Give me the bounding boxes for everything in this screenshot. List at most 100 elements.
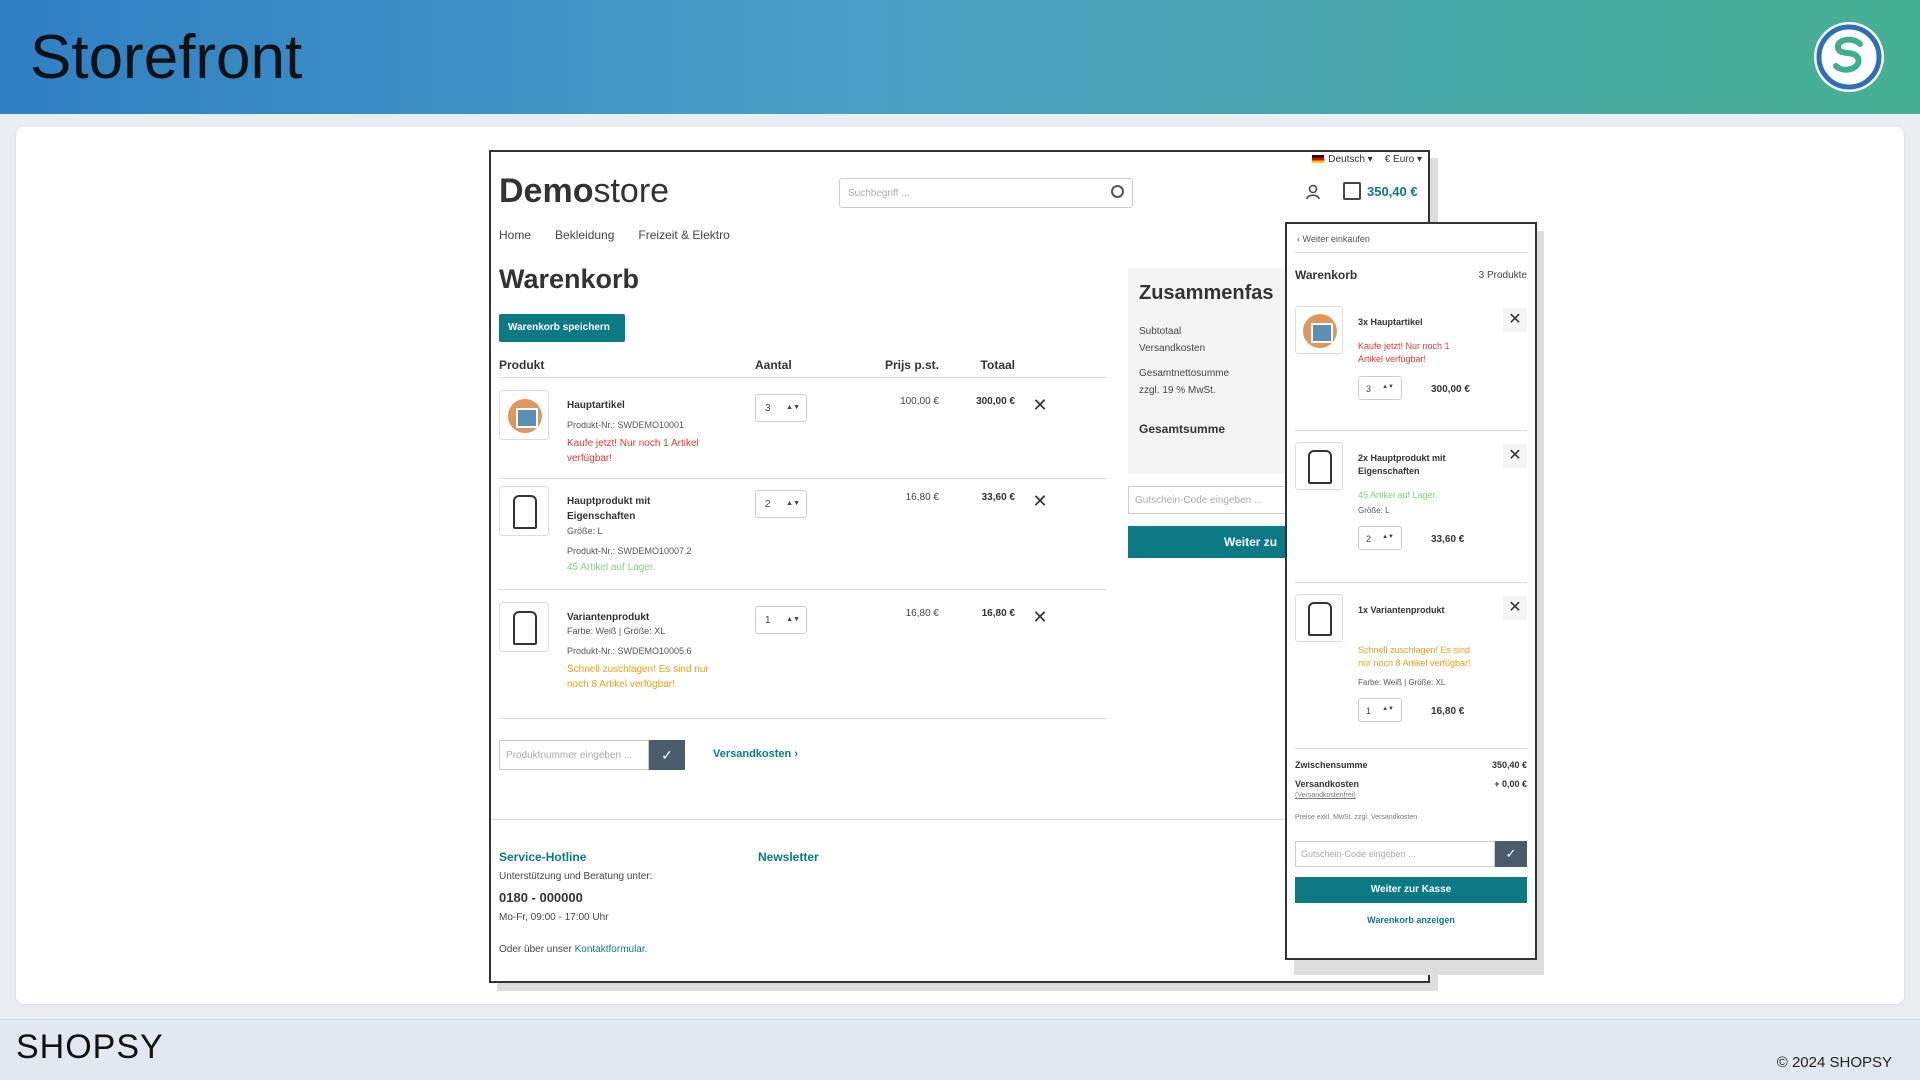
- topbar: Deutsch ▾ € Euro ▾: [1312, 154, 1422, 165]
- product-name[interactable]: 1x Variantenprodukt: [1358, 604, 1458, 617]
- footer-hotline-text: Unterstützung und Beratung unter:: [499, 871, 653, 882]
- summary-tax: zzgl. 19 % MwSt.: [1139, 385, 1216, 396]
- view-cart-link[interactable]: Warenkorb anzeigen: [1295, 915, 1527, 925]
- remove-item-icon[interactable]: ✕: [1503, 444, 1527, 468]
- remove-item-icon[interactable]: ✕: [1503, 308, 1527, 332]
- check-icon[interactable]: ✓: [649, 740, 685, 770]
- product-name[interactable]: 3x Hauptartikel: [1358, 316, 1458, 329]
- copyright: © 2024 SHOPSY: [1776, 1054, 1892, 1071]
- quantity-select[interactable]: 3 ▲▼: [1358, 376, 1402, 400]
- footer-hours: Mo-Fr, 09:00 - 17:00 Uhr: [499, 912, 609, 923]
- shirt-icon: [513, 611, 537, 645]
- quantity-select[interactable]: 3 ▲▼: [755, 394, 807, 422]
- divider: [499, 377, 1107, 378]
- tax-note: Preise exkl. MwSt. zzgl. Versandkosten: [1295, 814, 1418, 821]
- continue-shopping-link[interactable]: ‹ Weiter einkaufen: [1297, 234, 1370, 244]
- unit-price: 16,80 €: [905, 492, 939, 503]
- select-arrow-icon: ▲▼: [786, 616, 800, 623]
- offcanvas-title: Warenkorb: [1295, 268, 1358, 282]
- footer-logo: SHOPSY: [16, 1028, 164, 1066]
- stock-notice: Schnell zuschlagen! Es sind nur noch 8 A…: [567, 664, 709, 690]
- list-item: 2x Hauptprodukt mit Eigenschaften 45 Art…: [1295, 442, 1527, 562]
- product-name[interactable]: Hauptartikel: [567, 398, 677, 413]
- image-placeholder-icon: [1303, 314, 1337, 348]
- cart-row: Hauptartikel Produkt-Nr.: SWDEMO10001 Ka…: [499, 390, 1109, 470]
- footer-phone[interactable]: 0180 - 000000: [499, 890, 583, 905]
- coupon-input[interactable]: Gutschein-Code eingeben ...: [1295, 841, 1495, 867]
- remove-item-icon[interactable]: ✕: [1031, 396, 1049, 414]
- summary-subtotal: Subtotaal: [1139, 326, 1182, 337]
- product-size: Größe: L: [1358, 506, 1390, 515]
- slide-header: Storefront: [0, 0, 1920, 114]
- footer-contact: Oder über unser Kontaktformular.: [499, 944, 648, 955]
- unit-price: 16,80 €: [905, 608, 939, 619]
- line-total: 300,00 €: [976, 396, 1015, 407]
- remove-item-icon[interactable]: ✕: [1503, 596, 1527, 620]
- stock-status: 45 Artikel auf Lager.: [1358, 490, 1438, 500]
- product-thumb[interactable]: [1295, 442, 1343, 490]
- coupon-input[interactable]: Gutschein-Code eingeben ...: [1128, 486, 1288, 514]
- divider: [1295, 748, 1527, 749]
- product-number: Produkt-Nr.: SWDEMO10007.2: [567, 546, 692, 556]
- quantity-select[interactable]: 2 ▲▼: [755, 490, 807, 518]
- account-icon[interactable]: [1305, 184, 1321, 200]
- main-nav: Home Bekleidung Freizeit & Elektro: [499, 228, 730, 242]
- shipping-row: Versandkosten + 0,00 €: [1295, 779, 1527, 789]
- stock-notice: Schnell zuschlagen! Es sind nur noch 8 A…: [1358, 645, 1471, 668]
- order-summary: Zusammenfas Subtotaal Versandkosten Gesa…: [1128, 268, 1308, 474]
- slide-title: Storefront: [30, 23, 303, 92]
- search-input[interactable]: Suchbegriff ...: [839, 178, 1133, 208]
- quantity-select[interactable]: 1 ▲▼: [755, 606, 807, 634]
- cart-icon[interactable]: [1343, 182, 1361, 200]
- language-select[interactable]: Deutsch ▾: [1312, 154, 1373, 165]
- stock-notice: Kaufe jetzt! Nur noch 1 Artikel verfügba…: [567, 438, 699, 464]
- divider: [499, 718, 1107, 719]
- product-thumb[interactable]: [1295, 594, 1343, 642]
- remove-item-icon[interactable]: ✕: [1031, 492, 1049, 510]
- product-thumb[interactable]: [1295, 306, 1343, 354]
- remove-item-icon[interactable]: ✕: [1031, 608, 1049, 626]
- product-thumb[interactable]: [499, 390, 549, 440]
- contact-form-link[interactable]: Kontaktformular.: [575, 944, 648, 955]
- stock-status: 45 Artikel auf Lager.: [567, 562, 656, 573]
- save-cart-button[interactable]: Warenkorb speichern: [499, 314, 625, 342]
- product-number-input[interactable]: Produktnummer eingeben ...: [499, 740, 649, 770]
- footer-hotline-title: Service-Hotline: [499, 850, 587, 864]
- column-header-total: Totaal: [980, 358, 1015, 372]
- shipping-free-link[interactable]: (Versandkostenfrei): [1295, 792, 1356, 799]
- check-icon[interactable]: ✓: [1495, 841, 1527, 867]
- footer-newsletter-title: Newsletter: [758, 850, 819, 864]
- quantity-select[interactable]: 2 ▲▼: [1358, 526, 1402, 550]
- flag-de-icon: [1312, 155, 1325, 164]
- summary-net: Gesamtnettosumme: [1139, 368, 1230, 379]
- currency-select[interactable]: € Euro ▾: [1385, 154, 1422, 165]
- nav-item-home[interactable]: Home: [499, 228, 531, 242]
- checkout-button[interactable]: Weiter zur Kasse: [1295, 877, 1527, 903]
- column-header-qty: Aantal: [755, 358, 792, 372]
- select-arrow-icon: ▲▼: [1382, 534, 1394, 540]
- cart-row: Hauptprodukt mit Eigenschaften Größe: L …: [499, 486, 1109, 578]
- nav-item-bekleidung[interactable]: Bekleidung: [555, 228, 614, 242]
- select-arrow-icon: ▲▼: [786, 500, 800, 507]
- checkout-button[interactable]: Weiter zu: [1128, 526, 1288, 558]
- store-logo[interactable]: Demostore: [499, 172, 669, 211]
- product-name[interactable]: Variantenprodukt: [567, 610, 677, 625]
- divider: [1295, 582, 1527, 583]
- product-name[interactable]: 2x Hauptprodukt mit Eigenschaften: [1358, 452, 1458, 478]
- select-arrow-icon: ▲▼: [1382, 384, 1394, 390]
- divider: [499, 478, 1107, 479]
- product-variant: Farbe: Weiß | Größe: XL: [567, 626, 666, 636]
- product-thumb[interactable]: [499, 602, 549, 652]
- product-name[interactable]: Hauptprodukt mit Eigenschaften: [567, 494, 677, 524]
- line-total: 33,60 €: [1431, 534, 1465, 545]
- quantity-select[interactable]: 1 ▲▼: [1358, 698, 1402, 722]
- page-title: Warenkorb: [499, 264, 640, 294]
- product-thumb[interactable]: [499, 486, 549, 536]
- stock-notice: Kaufe jetzt! Nur noch 1 Artikel verfügba…: [1358, 341, 1450, 364]
- nav-item-freizeit[interactable]: Freizeit & Elektro: [638, 228, 729, 242]
- shipping-costs-link[interactable]: Versandkosten ›: [713, 748, 798, 760]
- header-cart-total[interactable]: 350,40 €: [1367, 184, 1418, 199]
- line-total: 16,80 €: [981, 608, 1015, 619]
- column-header-unit: Prijs p.st.: [884, 358, 939, 372]
- search-icon[interactable]: [1111, 185, 1124, 198]
